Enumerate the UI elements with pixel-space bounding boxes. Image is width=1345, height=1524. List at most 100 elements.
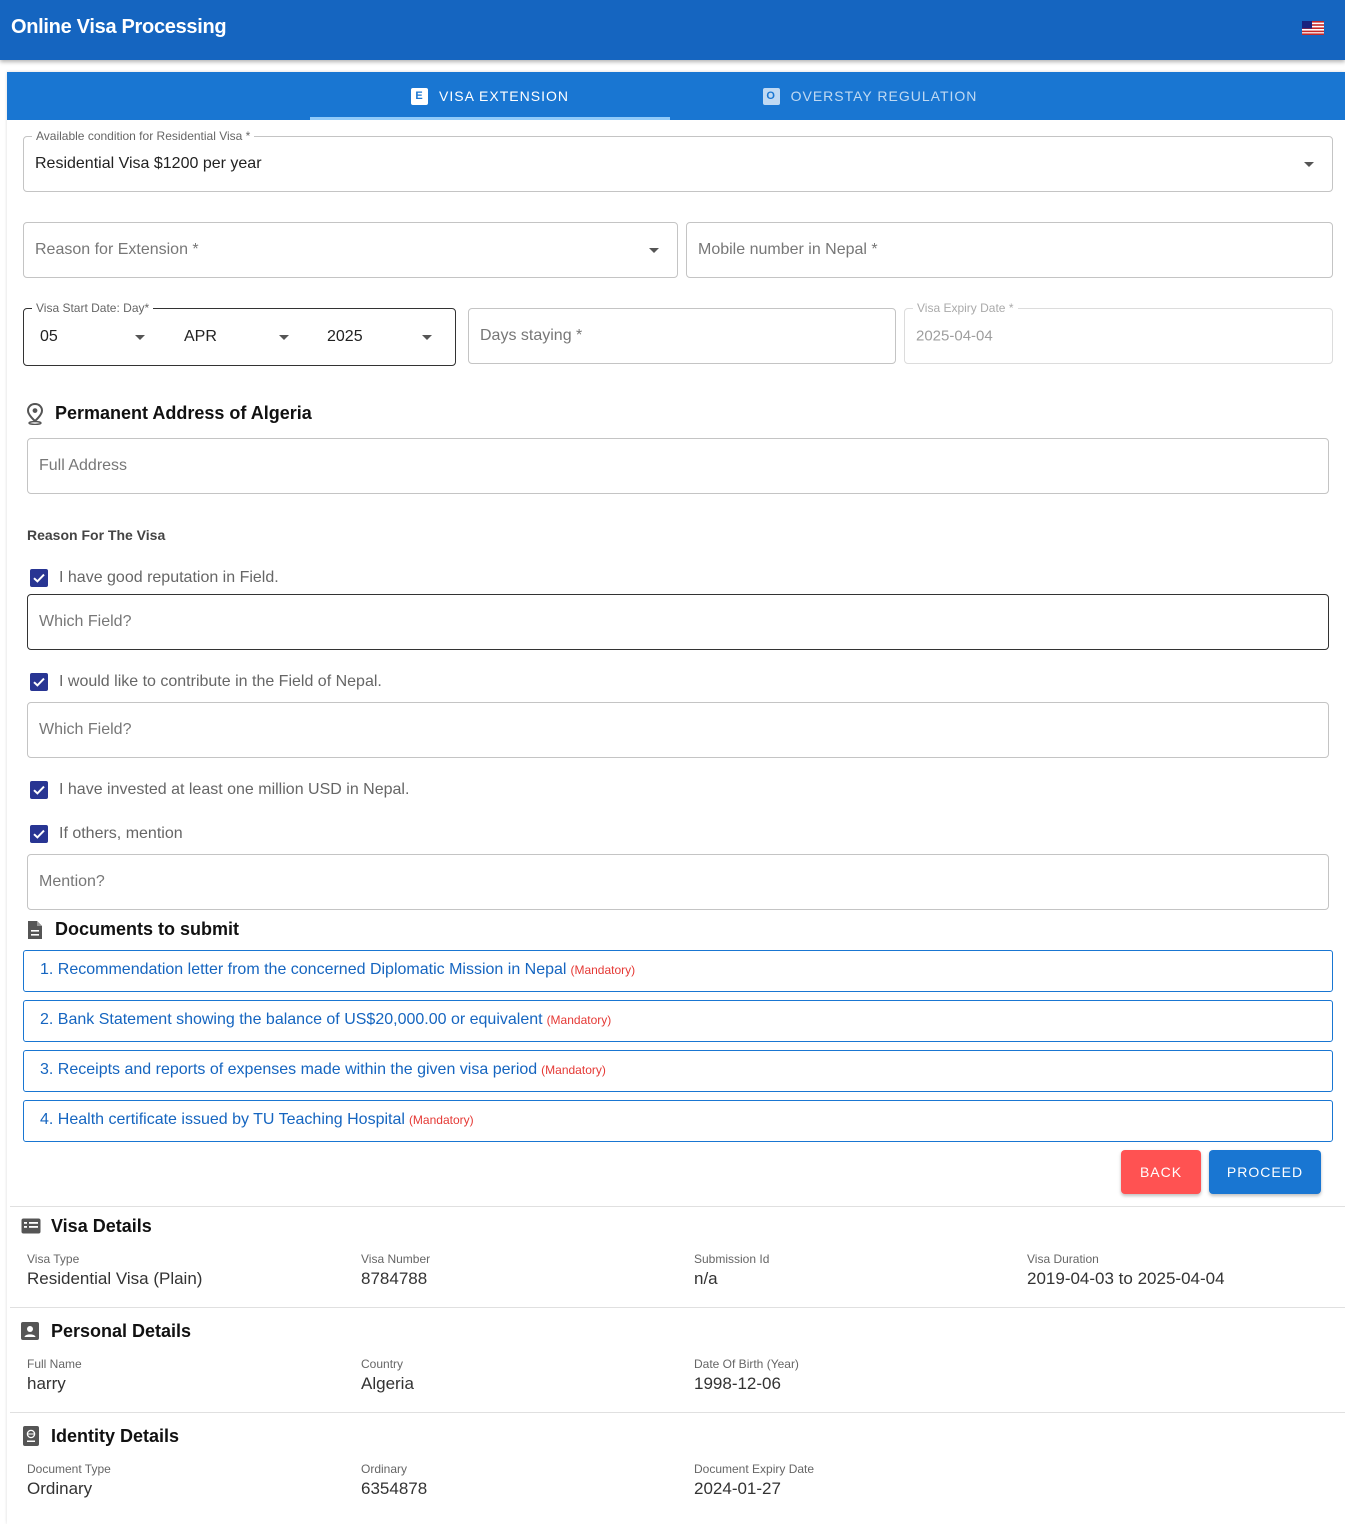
ordinary-label: Ordinary (361, 1462, 408, 1476)
full-name-label: Full Name (27, 1357, 82, 1371)
personal-details-title: Personal Details (51, 1321, 192, 1341)
tab-bar: E VISA EXTENSION O OVERSTAY REGULATION (7, 72, 1345, 120)
reputation-checkbox[interactable] (30, 569, 48, 587)
document-expiry-label: Document Expiry Date (694, 1462, 815, 1476)
visa-expiry-value: 2025-04-04 (916, 327, 993, 345)
us-flag-icon[interactable] (1302, 21, 1324, 35)
document-item[interactable]: 4. Health certificate issued by TU Teach… (23, 1100, 1333, 1142)
document-icon (28, 921, 42, 939)
mandatory-tag: (Mandatory) (408, 1113, 474, 1127)
visa-start-date-group: Visa Start Date: Day* 05 APR 2025 (23, 301, 456, 366)
proceed-button[interactable]: PROCEED (1209, 1150, 1321, 1194)
full-name-value: harry (27, 1374, 66, 1393)
mention-input[interactable]: Mention? (27, 854, 1329, 910)
full-address-input[interactable]: Full Address (27, 438, 1329, 494)
mandatory-tag: (Mandatory) (570, 963, 636, 977)
start-year-select[interactable]: 2025 (312, 309, 456, 365)
document-item[interactable]: 3. Receipts and reports of expenses made… (23, 1050, 1333, 1092)
document-item-text: 1. Recommendation letter from the concer… (40, 961, 567, 978)
document-item-text: 3. Receipts and reports of expenses made… (40, 1061, 538, 1078)
condition-value: Residential Visa $1200 per year (35, 155, 262, 172)
contribute-checkbox-label: I would like to contribute in the Field … (59, 673, 382, 690)
mobile-number-input[interactable]: Mobile number in Nepal * (686, 222, 1333, 278)
document-item-text: 4. Health certificate issued by TU Teach… (40, 1111, 405, 1128)
country-label: Country (361, 1357, 404, 1371)
dropdown-arrow-icon (422, 335, 432, 340)
reputation-field-input[interactable]: Which Field? (27, 594, 1329, 650)
submission-id-value: n/a (694, 1269, 718, 1288)
overstay-tab-icon: O (762, 87, 780, 105)
others-checkbox-label: If others, mention (59, 825, 183, 842)
start-year-value: 2025 (327, 328, 363, 345)
visa-number-label: Visa Number (361, 1252, 431, 1266)
others-checkbox[interactable] (30, 825, 48, 843)
app-title: Online Visa Processing (11, 16, 227, 38)
mobile-number-placeholder: Mobile number in Nepal * (698, 241, 878, 258)
dropdown-arrow-icon (1304, 162, 1314, 167)
date-of-birth-value: 1998-12-06 (694, 1374, 781, 1393)
mandatory-tag: (Mandatory) (541, 1063, 606, 1077)
tab-label: OVERSTAY REGULATION (790, 88, 978, 104)
documents-title: Documents to submit (55, 919, 240, 939)
mandatory-tag: (Mandatory) (546, 1013, 612, 1027)
visa-expiry-date-field: Visa Expiry Date * 2025-04-04 (904, 301, 1333, 364)
visa-duration-label: Visa Duration (1027, 1252, 1099, 1266)
back-button[interactable]: BACK (1121, 1150, 1201, 1194)
divider (10, 1412, 1345, 1413)
country-value: Algeria (361, 1374, 414, 1393)
location-pin-icon (26, 403, 44, 425)
document-type-label: Document Type (27, 1462, 111, 1476)
reason-for-extension-placeholder: Reason for Extension * (35, 241, 199, 258)
invested-checkbox-label: I have invested at least one million USD… (59, 781, 410, 798)
divider (10, 1206, 1345, 1207)
passport-icon (23, 1426, 39, 1446)
document-type-value: Ordinary (27, 1479, 93, 1498)
start-day-select[interactable]: 05 (24, 309, 168, 365)
card-icon (21, 1218, 41, 1234)
days-staying-placeholder: Days staying * (480, 327, 583, 344)
start-day-value: 05 (40, 328, 58, 345)
extension-tab-icon: E (411, 87, 429, 105)
checkmark-icon (33, 829, 45, 839)
contribute-field-input[interactable]: Which Field? (27, 702, 1329, 758)
invested-checkbox[interactable] (30, 781, 48, 799)
dropdown-arrow-icon (135, 335, 145, 340)
visa-number-value: 8784788 (361, 1269, 428, 1288)
contribute-checkbox[interactable] (30, 673, 48, 691)
active-tab-indicator (310, 117, 670, 120)
which-field-placeholder: Which Field? (39, 721, 132, 738)
start-month-select[interactable]: APR (168, 309, 312, 365)
app-bar: Online Visa Processing (0, 0, 1345, 60)
mention-placeholder: Mention? (39, 873, 105, 890)
checkmark-icon (33, 677, 45, 687)
tab-label: VISA EXTENSION (439, 88, 569, 104)
reason-for-visa-title: Reason For The Visa (27, 527, 166, 543)
reason-for-extension-select[interactable]: Reason for Extension * (23, 222, 678, 278)
visa-duration-value: 2019-04-03 to 2025-04-04 (1027, 1269, 1225, 1288)
dropdown-arrow-icon (649, 248, 659, 253)
tab-overstay-regulation[interactable]: O OVERSTAY REGULATION (670, 72, 1070, 120)
start-month-value: APR (184, 328, 217, 345)
dropdown-arrow-icon (279, 335, 289, 340)
submission-id-label: Submission Id (694, 1252, 770, 1266)
tab-visa-extension[interactable]: E VISA EXTENSION (310, 72, 670, 120)
condition-label: Available condition for Residential Visa… (32, 129, 255, 143)
date-of-birth-label: Date Of Birth (Year) (694, 1357, 799, 1371)
checkmark-icon (33, 785, 45, 795)
person-icon (21, 1322, 39, 1340)
full-address-placeholder: Full Address (39, 457, 128, 474)
ordinary-value: 6354878 (361, 1479, 428, 1498)
divider (10, 1307, 1345, 1308)
document-item[interactable]: 2. Bank Statement showing the balance of… (23, 1000, 1333, 1042)
which-field-placeholder: Which Field? (39, 613, 132, 630)
document-item[interactable]: 1. Recommendation letter from the concer… (23, 950, 1333, 992)
visa-type-value: Residential Visa (Plain) (27, 1269, 203, 1288)
visa-type-label: Visa Type (27, 1252, 80, 1266)
visa-expiry-label: Visa Expiry Date * (913, 301, 1018, 315)
permanent-address-title: Permanent Address of Algeria (55, 403, 312, 423)
days-staying-input[interactable]: Days staying * (468, 308, 896, 364)
identity-details-title: Identity Details (51, 1426, 180, 1446)
document-expiry-value: 2024-01-27 (694, 1479, 781, 1498)
condition-select[interactable]: Available condition for Residential Visa… (23, 129, 1333, 192)
visa-details-title: Visa Details (51, 1216, 152, 1236)
